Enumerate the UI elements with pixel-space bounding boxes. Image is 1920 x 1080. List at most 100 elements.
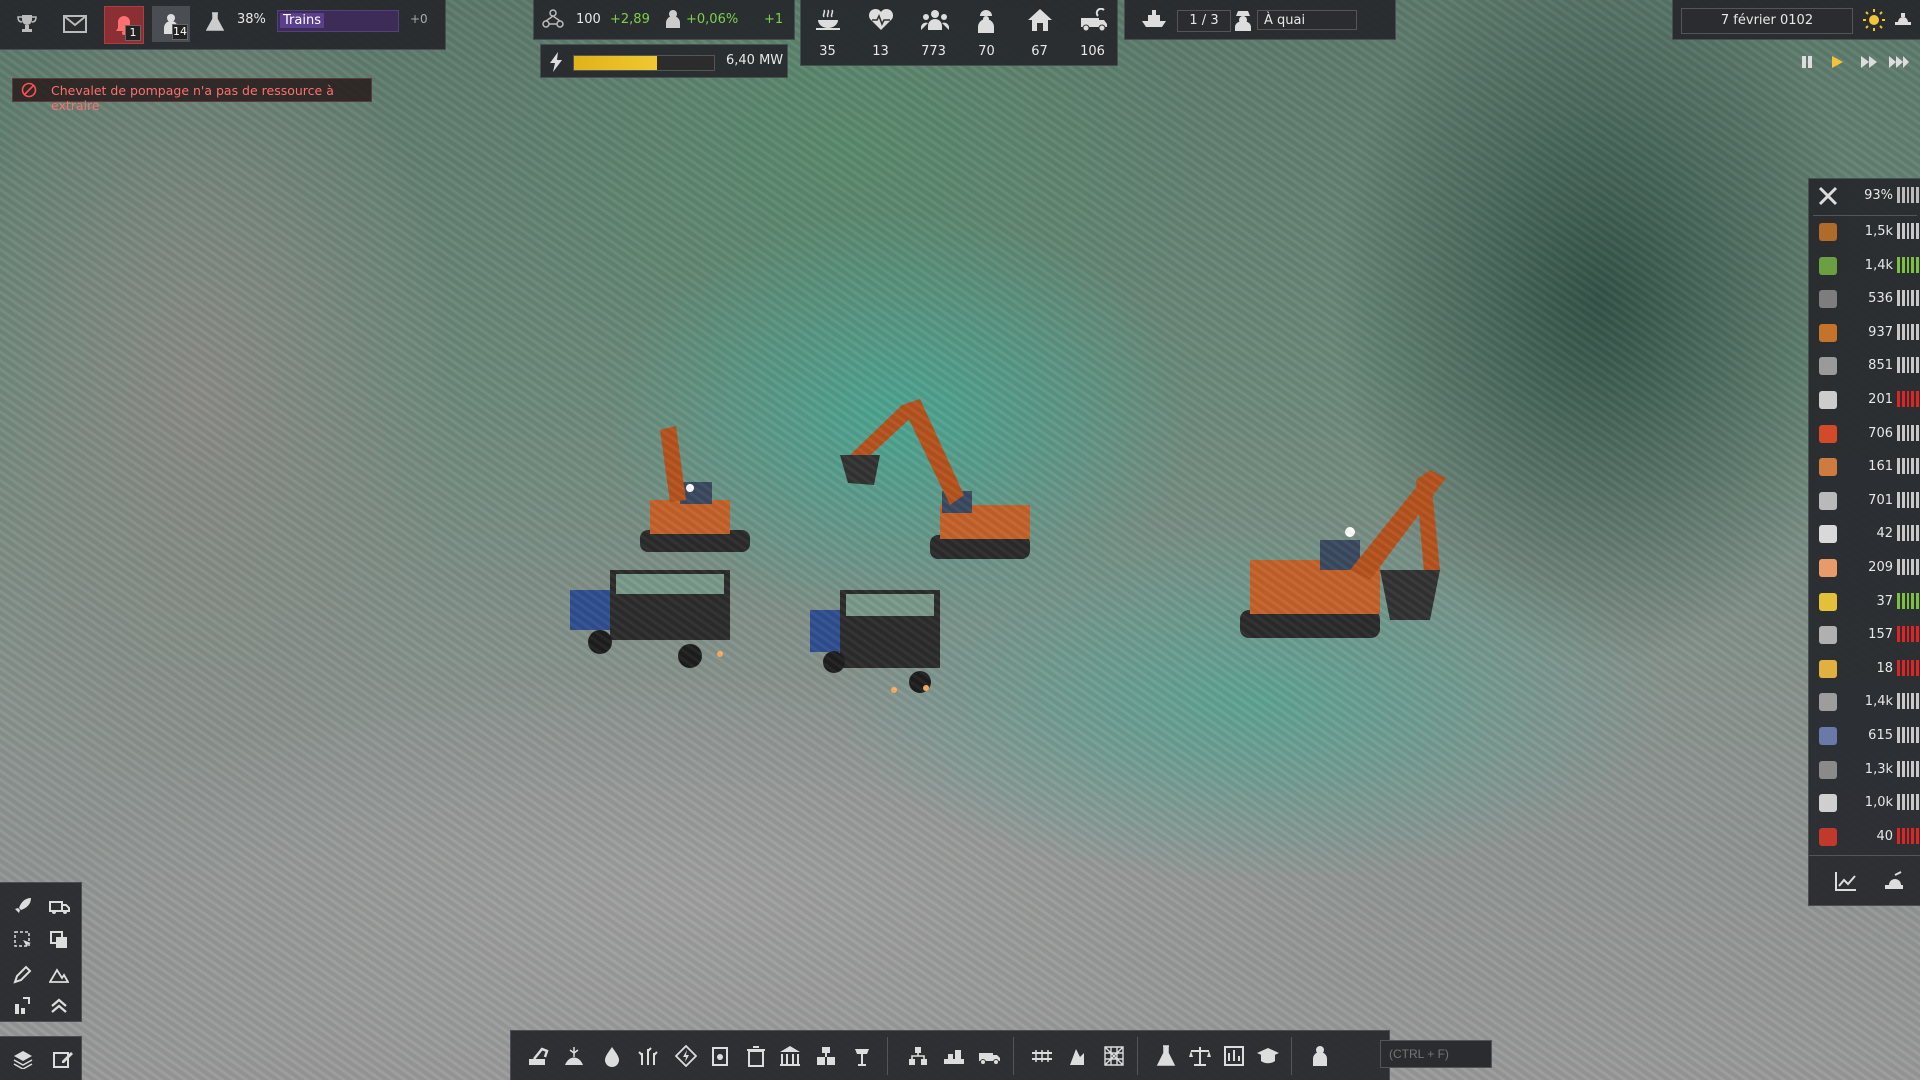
build-crops-button[interactable] [633, 1042, 663, 1070]
resource-row[interactable]: 40 [1809, 820, 1920, 853]
alert-notification[interactable]: Chevalet de pompage n'a pas de ressource… [12, 78, 372, 113]
metal-plate-icon [1819, 357, 1837, 376]
resource-trend-bars [1897, 323, 1919, 340]
build-ship-button[interactable] [1063, 1042, 1093, 1070]
upgrade-tool-button[interactable] [44, 991, 74, 1021]
resource-trend-bars [1897, 357, 1919, 374]
layers-button[interactable] [12, 1049, 34, 1069]
population-button[interactable] [1305, 1042, 1335, 1070]
education-button[interactable] [1253, 1042, 1283, 1070]
conveyor-icon [909, 1047, 927, 1065]
build-farm-button[interactable] [559, 1042, 589, 1070]
resource-row[interactable]: 42 [1809, 517, 1920, 550]
mail-icon [63, 15, 87, 33]
resource-row[interactable]: 706 [1809, 417, 1920, 450]
build-storage-button[interactable] [811, 1042, 841, 1070]
priority-tool-button[interactable] [8, 991, 38, 1021]
resource-row[interactable]: 1,4k [1809, 685, 1920, 718]
resource-row[interactable]: 201 [1809, 383, 1920, 416]
game-viewport[interactable] [0, 0, 1920, 1080]
workers-button[interactable]: 14 [152, 6, 190, 42]
power-panel[interactable]: 6,40 MW [540, 44, 788, 78]
maintenance-row[interactable]: 93% [1809, 179, 1920, 212]
resource-row[interactable]: 1,5k [1809, 215, 1920, 248]
trophy-button[interactable] [8, 6, 46, 42]
resource-row[interactable]: 37 [1809, 585, 1920, 618]
notifications-button[interactable]: 1 [104, 6, 144, 44]
resource-row[interactable]: 1,4k [1809, 249, 1920, 282]
terrain-tool-button[interactable] [44, 959, 74, 989]
build-menu-bar [510, 1030, 1390, 1080]
resource-value: 851 [1868, 358, 1893, 374]
stat-population-value: 773 [921, 44, 946, 59]
pause-button[interactable] [1794, 50, 1820, 74]
resource-row[interactable]: 209 [1809, 551, 1920, 584]
search-input[interactable] [1380, 1040, 1492, 1068]
stats-chart-button[interactable] [1835, 871, 1857, 891]
resource-row[interactable]: 18 [1809, 652, 1920, 685]
vehicle-parts-icon [1819, 626, 1837, 645]
truck-icon [49, 901, 70, 914]
unity-panel[interactable]: 100 +2,89 +0,06% +1 [533, 0, 795, 40]
resource-trend-bars [1897, 626, 1919, 643]
build-waste-button[interactable] [741, 1042, 771, 1070]
select-tool-button[interactable] [8, 925, 38, 955]
research-button[interactable] [1151, 1042, 1181, 1070]
resource-row[interactable]: 161 [1809, 450, 1920, 483]
edit-button[interactable] [52, 1049, 74, 1069]
build-vehicles-button[interactable] [975, 1042, 1005, 1070]
resource-panel: 93% 1,5k 1,4k 536 937 851 201 706 161 701 42 209 37… [1808, 178, 1920, 906]
fastest-button[interactable] [1886, 50, 1912, 74]
dump-truck[interactable] [570, 570, 740, 680]
dump-truck[interactable] [810, 590, 950, 705]
pin-icon [1885, 871, 1903, 889]
stat-vehicles[interactable]: 106 [1066, 0, 1119, 66]
ship-icon [1141, 9, 1167, 29]
resource-row[interactable]: 1,0k [1809, 786, 1920, 819]
stat-health[interactable]: 13 [854, 0, 907, 66]
vehicles-icon [1080, 8, 1108, 32]
resource-row[interactable]: 701 [1809, 484, 1920, 517]
resource-row[interactable]: 157 [1809, 618, 1920, 651]
excavator[interactable] [620, 420, 760, 580]
stat-housing[interactable]: 67 [1013, 0, 1066, 66]
messages-button[interactable] [56, 6, 94, 42]
policies-button[interactable] [1185, 1042, 1215, 1070]
excavator[interactable] [1230, 460, 1470, 680]
stat-workers[interactable]: 70 [960, 0, 1013, 66]
resource-row[interactable]: 615 [1809, 719, 1920, 752]
build-terrain-button[interactable] [1099, 1042, 1129, 1070]
copy-tool-button[interactable] [44, 925, 74, 955]
build-logistics-button[interactable] [903, 1042, 933, 1070]
pick-tool-button[interactable] [8, 959, 38, 989]
build-rail-button[interactable] [1027, 1042, 1057, 1070]
stat-population[interactable]: 773 [907, 0, 960, 66]
vehicle-tool-button[interactable] [44, 891, 74, 921]
research-progress[interactable]: Trains [277, 10, 399, 32]
resource-row[interactable]: 1,3k [1809, 753, 1920, 786]
resource-row[interactable]: 851 [1809, 349, 1920, 382]
build-transport-button[interactable] [939, 1042, 969, 1070]
water-drop-icon [605, 1047, 619, 1067]
resource-row[interactable]: 536 [1809, 282, 1920, 315]
fast-forward-button[interactable] [1856, 50, 1882, 74]
build-mining-button[interactable] [523, 1042, 553, 1070]
build-power-button[interactable] [671, 1042, 701, 1070]
resource-row[interactable]: 937 [1809, 316, 1920, 349]
play-button[interactable] [1824, 50, 1850, 74]
resource-value: 1,4k [1864, 257, 1893, 273]
ships-panel[interactable]: 1 / 3 À quai [1124, 0, 1396, 40]
resource-value: 201 [1868, 392, 1893, 407]
weather-icon[interactable] [1893, 10, 1913, 30]
excavator[interactable] [830, 395, 1040, 585]
build-water-button[interactable] [597, 1042, 627, 1070]
stat-food[interactable]: 35 [801, 0, 854, 66]
build-decoration-button[interactable] [847, 1042, 877, 1070]
transport-icon [944, 1050, 964, 1064]
resource-settings-button[interactable] [1883, 871, 1905, 891]
resource-trend-bars [1897, 559, 1919, 575]
production-button[interactable] [1219, 1042, 1249, 1070]
build-tool-button[interactable] [8, 891, 38, 921]
build-services-button[interactable] [775, 1042, 805, 1070]
build-machines-button[interactable] [705, 1042, 735, 1070]
